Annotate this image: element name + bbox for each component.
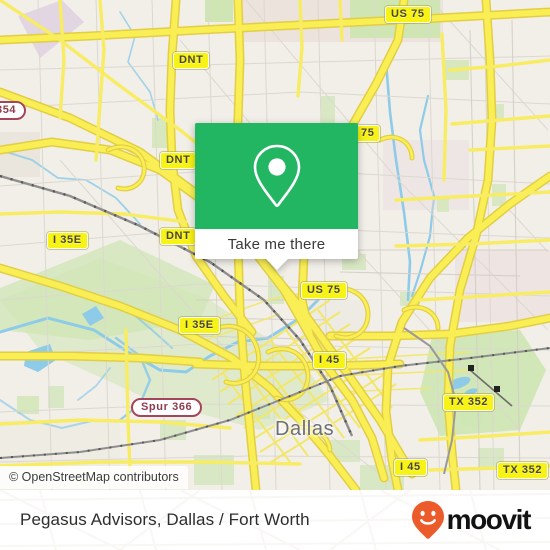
shield-us-75-mid: US 75 bbox=[301, 282, 347, 299]
shield-us-75-card: 75 bbox=[355, 125, 381, 142]
take-me-there-label: Take me there bbox=[227, 235, 326, 253]
card-action-area[interactable]: Take me there bbox=[195, 229, 358, 259]
shield-dnt-lower: DNT bbox=[160, 228, 197, 245]
shield-tx-352-upper: TX 352 bbox=[443, 394, 495, 411]
shield-i35e-upper: I 35E bbox=[47, 232, 88, 249]
osm-attribution[interactable]: © OpenStreetMap contributors bbox=[0, 466, 188, 489]
shield-dnt-mid: DNT bbox=[160, 152, 197, 169]
moovit-wordmark: moovit bbox=[446, 504, 532, 535]
city-label-dallas: Dallas bbox=[275, 418, 335, 440]
place-title: Pegasus Advisors, Dallas / Fort Worth bbox=[20, 510, 310, 529]
shield-tx-352-lower: TX 352 bbox=[497, 462, 549, 479]
card-pointer-tail bbox=[265, 259, 288, 270]
shield-spur-366: Spur 366 bbox=[131, 398, 203, 417]
card-image-area bbox=[195, 123, 358, 229]
shield-dnt-top: DNT bbox=[173, 52, 210, 69]
moovit-pin-smile-icon bbox=[411, 501, 444, 539]
shield-i35e-lower: I 35E bbox=[179, 317, 220, 334]
location-pin-icon bbox=[253, 144, 300, 208]
shield-i45-lower: I 45 bbox=[394, 459, 427, 476]
shield-354-left: 354 bbox=[0, 101, 27, 120]
shield-us-75-top: US 75 bbox=[385, 6, 431, 23]
destination-callout-card[interactable]: Take me there bbox=[195, 123, 358, 270]
shield-i45-upper: I 45 bbox=[313, 352, 346, 369]
moovit-map-screenshot: US 75 DNT 354 75 DNT I 35E DNT US 75 I 35E I 45 Sp… bbox=[0, 0, 550, 550]
moovit-logo[interactable]: moovit bbox=[411, 500, 532, 540]
footer-bar: Pegasus Advisors, Dallas / Fort Worth mo… bbox=[0, 490, 550, 550]
